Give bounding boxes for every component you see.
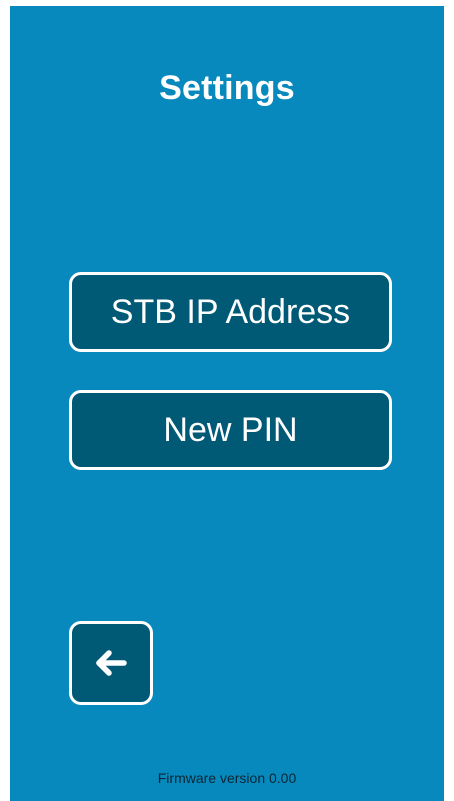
- new-pin-label: New PIN: [163, 410, 298, 449]
- arrow-left-icon: [94, 648, 128, 678]
- firmware-version-text: Firmware version 0.00: [157, 770, 297, 786]
- stb-ip-address-button[interactable]: STB IP Address: [69, 272, 392, 352]
- stb-ip-address-label: STB IP Address: [110, 292, 351, 331]
- new-pin-button[interactable]: New PIN: [69, 390, 392, 470]
- back-button[interactable]: [69, 621, 153, 705]
- settings-screen: Settings STB IP Address New PIN Firmware…: [10, 6, 444, 801]
- page-title: Settings: [159, 69, 295, 107]
